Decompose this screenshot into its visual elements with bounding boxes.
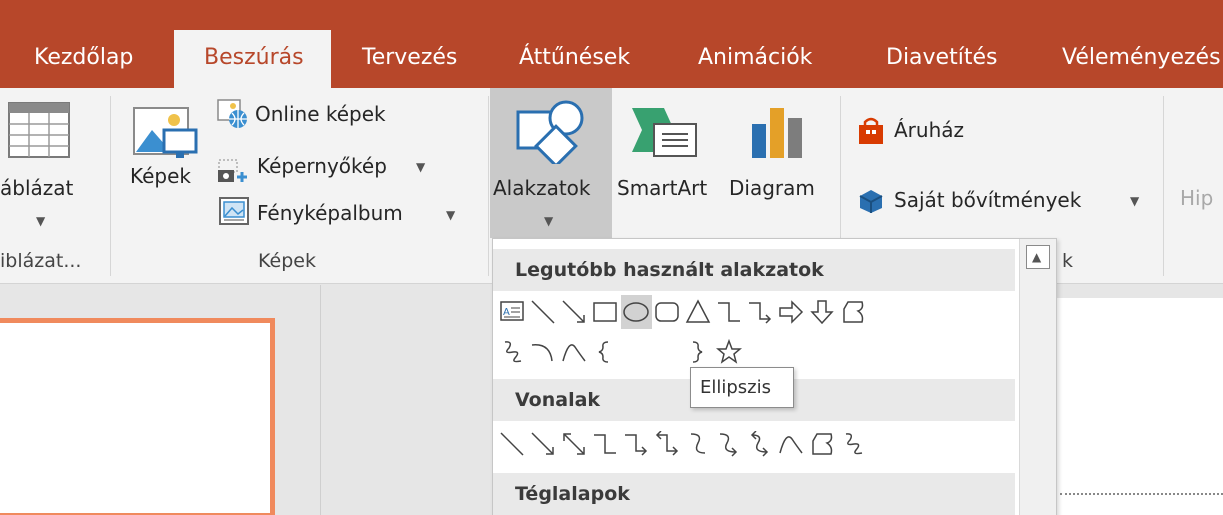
store-icon [859,117,883,144]
group-separator [1163,96,1164,276]
chart-button-label: Diagram [729,176,815,200]
picture-icon [133,107,198,158]
elbow-arrow-connector-shape-icon[interactable] [745,295,776,329]
slide-thumbnail[interactable] [0,318,275,515]
line-shape-icon[interactable] [497,427,528,461]
right-brace-shape-icon[interactable] [683,335,714,369]
store-label: Áruház [894,118,965,142]
smartart-button-label: SmartArt [617,176,708,200]
scribble-shape-icon[interactable] [497,335,528,369]
photo-album-icon [219,197,249,225]
curve-shape-icon[interactable] [559,335,590,369]
panel-divider [320,285,321,515]
tab-slideshow[interactable]: Diavetítés [886,30,997,88]
tab-home[interactable]: Kezdőlap [34,30,133,88]
chevron-up-icon: ▲ [1032,250,1042,264]
scribble-shape-icon[interactable] [838,427,869,461]
down-arrow-shape-icon[interactable] [807,295,838,329]
ribbon-tab-bar: Kezdőlap Beszúrás Tervezés Áttűnések Ani… [0,0,1223,90]
screenshot-label: Képernyőkép [257,154,387,178]
chevron-down-icon: ▼ [416,160,426,174]
smartart-icon [632,108,697,157]
my-addins-icon [859,190,883,213]
group-separator [110,96,111,276]
photo-album-label: Fényképalbum [257,201,403,225]
rounded-rectangle-shape-icon[interactable] [652,295,683,329]
links-label-fragment: Hip [1180,186,1214,210]
table-button-label: áblázat [0,176,74,200]
elbow-arrow-connector-shape-icon[interactable] [621,427,652,461]
placeholder-border [1060,493,1223,495]
curve-shape-icon[interactable] [776,427,807,461]
snip-corner-shape-icon[interactable] [838,295,869,329]
shapes-button-label: Alakzatok [493,176,591,200]
rectangle-shape-icon[interactable] [590,295,621,329]
arrow-line-shape-icon[interactable] [559,295,590,329]
tab-animations[interactable]: Animációk [698,30,812,88]
elbow-connector-shape-icon[interactable] [590,427,621,461]
chart-icon [752,108,802,158]
group-label-table: iblázat... [0,250,82,272]
right-arrow-shape-icon[interactable] [776,295,807,329]
shapes-icon [516,100,584,164]
group-separator [488,96,489,276]
curved-arrow-connector-shape-icon[interactable] [714,427,745,461]
lines-row [493,427,1015,465]
chevron-down-icon: ▼ [544,214,554,228]
chevron-down-icon: ▼ [446,208,456,222]
elbow-double-arrow-connector-shape-icon[interactable] [652,427,683,461]
textbox-shape-icon[interactable]: A [497,295,528,329]
tab-design[interactable]: Tervezés [362,30,457,88]
chevron-down-icon: ▼ [36,214,46,228]
arrow-line-shape-icon[interactable] [528,427,559,461]
group-label-images: Képek [258,250,316,272]
curved-connector-shape-icon[interactable] [683,427,714,461]
screenshot-icon [218,159,247,182]
my-addins-label: Saját bővítmények [894,188,1082,212]
slide-canvas[interactable] [1040,298,1223,515]
online-pictures-label: Online képek [255,102,386,126]
pictures-button-label: Képek [130,164,192,188]
group-label-addins: k [1062,250,1074,272]
double-arrow-line-shape-icon[interactable] [559,427,590,461]
shape-tooltip: Ellipszis [690,367,794,408]
shapes-button[interactable]: Alakzatok ▼ [490,88,612,238]
table-icon [8,102,70,158]
tab-transitions[interactable]: Áttűnések [519,30,630,88]
triangle-shape-icon[interactable] [683,295,714,329]
section-header-recent: Legutóbb használt alakzatok [493,249,1015,291]
elbow-connector-shape-icon[interactable] [714,295,745,329]
section-header-rectangles: Téglalapok [493,473,1015,515]
left-brace-shape-icon[interactable] [590,335,621,369]
arc-shape-icon[interactable] [528,335,559,369]
ellipse-shape-icon[interactable] [621,295,652,329]
line-shape-icon[interactable] [528,295,559,329]
recent-shapes-row-1: A [493,295,1015,333]
tab-review[interactable]: Véleményezés [1062,30,1221,88]
chevron-down-icon: ▼ [1130,194,1140,208]
freeform-shape-icon[interactable] [807,427,838,461]
tab-insert[interactable]: Beszúrás [174,30,331,90]
dropdown-scrollbar[interactable]: ▲ [1019,239,1056,515]
svg-text:A: A [503,307,510,318]
curved-double-arrow-connector-shape-icon[interactable] [745,427,776,461]
star-shape-icon[interactable] [714,335,745,369]
online-pictures-icon [217,99,247,128]
scroll-up-button[interactable]: ▲ [1026,245,1050,269]
